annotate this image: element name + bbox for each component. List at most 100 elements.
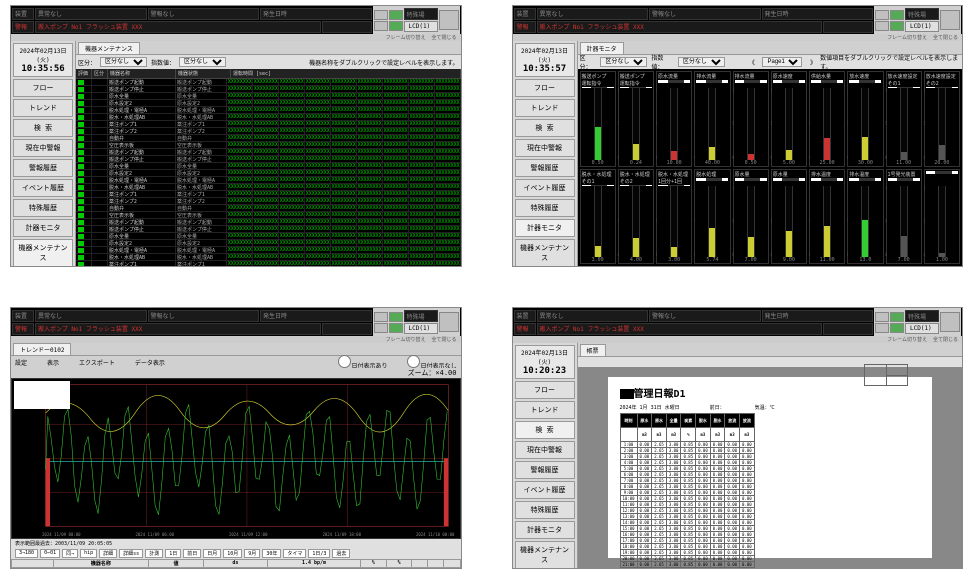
gauge[interactable]: 原水流量 100500 10.00	[656, 71, 692, 167]
nav-flow[interactable]: フロー	[515, 79, 575, 97]
play-icon[interactable]	[389, 10, 403, 20]
filter-kubun[interactable]: 区分なし	[600, 57, 647, 67]
period-button[interactable]: 10月	[223, 549, 242, 558]
period-button[interactable]: hip	[80, 549, 97, 558]
gauge[interactable]: 搬送ポンプ 運転指令 100500 0.50	[580, 71, 616, 167]
trend-tab-datadisplay[interactable]: データ表示	[135, 358, 165, 367]
mute-button[interactable]	[875, 323, 889, 333]
nav-current-alarm[interactable]: 現在中警報	[515, 441, 575, 459]
gauge[interactable]: 排水温度 100500 11.00	[809, 169, 845, 265]
mon-row[interactable]: 脱水処理・電極A	[76, 177, 176, 184]
mon-row[interactable]: 搬送ポンプ起動	[76, 79, 176, 86]
expand-button[interactable]	[439, 10, 459, 30]
period-button[interactable]: 0←01	[40, 549, 60, 558]
tab-report[interactable]: 帳票	[580, 344, 606, 356]
mon-row[interactable]: 自動弁	[76, 205, 176, 212]
tab-maintenance[interactable]: 機器メンテナンス	[78, 42, 140, 54]
nav-special-history[interactable]: 特殊履歴	[515, 501, 575, 519]
mute-button[interactable]	[374, 323, 388, 333]
mon-row[interactable]: 薬注ポンプ1	[76, 261, 176, 266]
mute-button[interactable]	[875, 21, 889, 31]
gauge[interactable]: 放水速度 100500 30.00	[847, 71, 883, 167]
gauge[interactable]: 原水量 100500 7.00	[733, 169, 769, 265]
play2-icon[interactable]	[890, 21, 904, 31]
filter-index[interactable]: 区分なし	[179, 57, 226, 67]
gauge[interactable]: 放水速度設定 その2 100500 20.00	[924, 71, 960, 167]
period-button[interactable]: 計測	[145, 549, 163, 558]
mon-row[interactable]: 薬注ポンプ1	[76, 121, 176, 128]
gauge[interactable]: 脱水・水処理 その1 100500 3.00	[580, 169, 616, 265]
mon-row[interactable]: 原水設定2	[76, 170, 176, 177]
gauge[interactable]: 脱水・水処理 1回分+1回 100500 3.00	[656, 169, 692, 265]
nav-flow[interactable]: フロー	[13, 79, 73, 97]
nav-meter-monitor[interactable]: 計器モニタ	[13, 219, 73, 237]
speaker-icon[interactable]	[374, 10, 388, 20]
speaker-icon[interactable]	[374, 312, 388, 322]
period-button[interactable]: 詳細	[99, 549, 117, 558]
mon-row[interactable]: 原水全量	[76, 93, 176, 100]
filter-index[interactable]: 区分なし	[678, 57, 725, 67]
period-button[interactable]: 過去	[332, 549, 350, 558]
period-button[interactable]: 1日	[165, 549, 181, 558]
mon-row[interactable]: 脱水・水処理AB	[76, 114, 176, 121]
nav-trend[interactable]: トレンド	[515, 401, 575, 419]
nav-maintenance[interactable]: 機器メンテナンス	[515, 239, 575, 266]
filter-kubun[interactable]: 区分なし	[100, 57, 147, 67]
nav-search[interactable]: 検 索	[515, 119, 575, 137]
play-icon[interactable]	[890, 10, 904, 20]
nav-event-history[interactable]: イベント履歴	[13, 179, 73, 197]
period-button[interactable]: 前日	[183, 549, 201, 558]
nav-alarm-history[interactable]: 警報履歴	[515, 159, 575, 177]
mon-row[interactable]: 脱水処理・電極A	[76, 107, 176, 114]
nav-alarm-history[interactable]: 警報履歴	[13, 159, 73, 177]
mon-row[interactable]: 自動弁	[76, 135, 176, 142]
lcd-label[interactable]: LCD(1)	[404, 21, 438, 32]
mon-row[interactable]: 薬注ポンプ2	[76, 128, 176, 135]
mute-button[interactable]	[374, 21, 388, 31]
period-button[interactable]: 3→180	[15, 549, 38, 558]
mon-row[interactable]: 原水設定2	[76, 240, 176, 247]
mon-row[interactable]: 空圧表示板	[76, 212, 176, 219]
gauge[interactable]: 1号発光装置 100500 7.00	[886, 169, 922, 265]
mon-row[interactable]: 搬送ポンプ起動	[76, 149, 176, 156]
period-button[interactable]: 詳細ss	[119, 549, 143, 558]
mon-row[interactable]: 脱水・水処理AB	[76, 184, 176, 191]
gauge[interactable]: 100500 1.00	[924, 169, 960, 265]
mon-row[interactable]: 搬送ポンプ起動	[76, 219, 176, 226]
gauge[interactable]: 排水流量 100500 40.00	[694, 71, 730, 167]
nav-alarm-history[interactable]: 警報履歴	[515, 461, 575, 479]
nav-meter-monitor[interactable]: 計器モニタ	[515, 521, 575, 539]
gauge[interactable]: 原水速度 100500 5.00	[771, 71, 807, 167]
nav-special-history[interactable]: 特殊履歴	[13, 199, 73, 217]
period-button[interactable]: 9月	[244, 549, 260, 558]
mon-row[interactable]: 搬送ポンプ停止	[76, 226, 176, 233]
expand-button[interactable]	[439, 312, 459, 332]
nav-current-alarm[interactable]: 現在中警報	[13, 139, 73, 157]
mon-row[interactable]: 脱水処理・電極A	[76, 247, 176, 254]
nav-maintenance[interactable]: 機器メンテナンス	[515, 541, 575, 568]
gauge[interactable]: 排水温度 100500 13.0	[847, 169, 883, 265]
nav-event-history[interactable]: イベント履歴	[515, 481, 575, 499]
mon-row[interactable]: 原水設定2	[76, 100, 176, 107]
mon-row[interactable]: 搬送ポンプ停止	[76, 86, 176, 93]
trend-tab-display[interactable]: 表示	[47, 358, 59, 367]
mon-row[interactable]: 脱水・水処理AB	[76, 254, 176, 261]
mon-row[interactable]: 薬注ポンプ2	[76, 198, 176, 205]
gauge[interactable]: 脱水処理 100500 5.74	[694, 169, 730, 265]
date-off-radio[interactable]	[407, 355, 420, 368]
gauge[interactable]: 排水流量 100500 0.50	[733, 71, 769, 167]
gauge[interactable]: 原水量 100500 9.00	[771, 169, 807, 265]
nav-flow[interactable]: フロー	[515, 381, 575, 399]
speaker-icon[interactable]	[875, 312, 889, 322]
expand-button[interactable]	[940, 10, 960, 30]
mon-row[interactable]: 原水全量	[76, 163, 176, 170]
mon-row[interactable]: 薬注ポンプ1	[76, 191, 176, 198]
mon-row[interactable]: 原水全量	[76, 233, 176, 240]
nav-report[interactable]: 検 索	[515, 421, 575, 439]
nav-trend[interactable]: トレンド	[13, 99, 73, 117]
gauge[interactable]: 脱水・水処理 その2 100500 4.00	[618, 169, 654, 265]
period-button[interactable]: 30年	[262, 549, 281, 558]
gauge[interactable]: 放水速度設定 その1 100500 11.00	[886, 71, 922, 167]
nav-search[interactable]: 検 索	[13, 119, 73, 137]
period-button[interactable]: タイマ	[283, 549, 306, 558]
